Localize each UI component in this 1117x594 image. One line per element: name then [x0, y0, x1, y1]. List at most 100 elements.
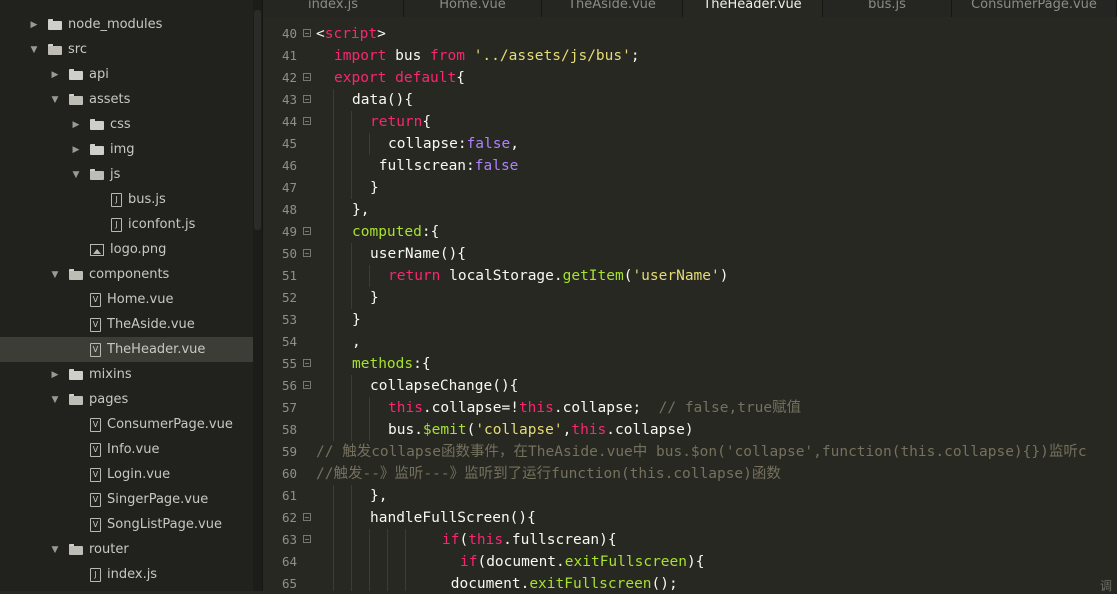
code-token: {: [422, 114, 432, 130]
chevron-right-icon[interactable]: ▶: [71, 143, 81, 157]
fold-toggle-icon[interactable]: [303, 249, 311, 257]
tree-item-theheader-vue[interactable]: ▶VTheHeader.vue: [0, 337, 253, 362]
fold-toggle-icon[interactable]: [303, 117, 311, 125]
tree-item-pages[interactable]: ▼ pages: [0, 387, 253, 412]
code-token: 'collapse': [475, 422, 563, 438]
code-line[interactable]: 43 data(){: [263, 89, 1117, 111]
tree-item-consumerpage-vue[interactable]: ▶VConsumerPage.vue: [0, 412, 253, 437]
code-line[interactable]: 45 collapse:false,: [263, 133, 1117, 155]
code-line[interactable]: 63 if(this.fullscrean){: [263, 529, 1117, 551]
code-line[interactable]: 55 methods:{: [263, 353, 1117, 375]
code-line[interactable]: 46 fullscrean:false: [263, 155, 1117, 177]
image-file-icon: [90, 243, 104, 256]
fold-toggle-icon[interactable]: [303, 359, 311, 367]
sidebar-scrollbar[interactable]: [253, 0, 262, 591]
tab-consumerpage-vue[interactable]: ConsumerPage.vue: [952, 0, 1117, 17]
code-line[interactable]: 47}: [263, 177, 1117, 199]
code-token: computed: [352, 224, 422, 240]
editor-tab-bar: index.js Home.vue TheAside.vue TheHeader.vu…: [263, 0, 1117, 17]
code-line[interactable]: 41 import bus from '../assets/js/bus';: [263, 45, 1117, 67]
vue-file-icon: V: [90, 342, 101, 357]
code-line[interactable]: 54,: [263, 331, 1117, 353]
code-token: }: [370, 290, 379, 306]
chevron-down-icon[interactable]: ▼: [50, 543, 60, 557]
indent-guide: [333, 221, 334, 243]
code-line[interactable]: 42 export default{: [263, 67, 1117, 89]
chevron-down-icon[interactable]: ▼: [71, 168, 81, 182]
code-line[interactable]: 50 userName(){: [263, 243, 1117, 265]
tree-item-img[interactable]: ▶ img: [0, 137, 253, 162]
code-text: collapse:false,: [388, 133, 519, 155]
tree-item-mixins[interactable]: ▶ mixins: [0, 362, 253, 387]
tree-item-node-modules[interactable]: ▶ node_modules: [0, 12, 253, 37]
tab-theheader-vue[interactable]: TheHeader.vue: [683, 0, 823, 17]
code-token: '../assets/js/bus': [473, 48, 631, 64]
tree-item-iconfont-js[interactable]: ▶Jiconfont.js: [0, 212, 253, 237]
code-token: getItem: [562, 268, 624, 284]
indent-guide: [369, 133, 370, 155]
code-line[interactable]: 40 <script>: [263, 23, 1117, 45]
tree-item-info-vue[interactable]: ▶VInfo.vue: [0, 437, 253, 462]
code-line[interactable]: 52}: [263, 287, 1117, 309]
fold-toggle-icon[interactable]: [303, 227, 311, 235]
tree-item-components[interactable]: ▼ components: [0, 262, 253, 287]
code-line[interactable]: 56 collapseChange(){: [263, 375, 1117, 397]
code-line[interactable]: 44 return{: [263, 111, 1117, 133]
tree-item-assets[interactable]: ▼ assets: [0, 87, 253, 112]
code-line[interactable]: 58 bus.$emit('collapse',this.collapse): [263, 419, 1117, 441]
indent-guide: [351, 287, 352, 309]
tab-theaside-vue[interactable]: TheAside.vue: [542, 0, 683, 17]
indent-guide: [333, 485, 334, 507]
chevron-down-icon[interactable]: ▼: [50, 268, 60, 282]
chevron-down-icon[interactable]: ▼: [50, 93, 60, 107]
chevron-down-icon[interactable]: ▼: [50, 393, 60, 407]
indent-guide: [333, 573, 334, 591]
code-token: false: [474, 158, 519, 174]
tree-item-logo-png[interactable]: ▶logo.png: [0, 237, 253, 262]
chevron-down-icon[interactable]: ▼: [29, 43, 39, 57]
code-line[interactable]: 59 // 触发collapse函数事件，在TheAside.vue中 bus.$…: [263, 441, 1117, 463]
code-line[interactable]: 62 handleFullScreen(){: [263, 507, 1117, 529]
tree-item-src[interactable]: ▼ src: [0, 37, 253, 62]
tab-home-vue[interactable]: Home.vue: [404, 0, 542, 17]
code-line[interactable]: 65 document.exitFullscreen();: [263, 573, 1117, 591]
chevron-right-icon[interactable]: ▶: [50, 68, 60, 82]
tree-item-songlistpage-vue[interactable]: ▶VSongListPage.vue: [0, 512, 253, 537]
code-line[interactable]: 60 //触发--》监听---》监听到了运行function(this.colla…: [263, 463, 1117, 485]
code-line[interactable]: 61},: [263, 485, 1117, 507]
fold-toggle-icon[interactable]: [303, 513, 311, 521]
tree-item-singerpage-vue[interactable]: ▶VSingerPage.vue: [0, 487, 253, 512]
code-text: },: [352, 199, 369, 221]
tree-item-router[interactable]: ▼ router: [0, 537, 253, 562]
code-line[interactable]: 53}: [263, 309, 1117, 331]
code-line[interactable]: 48},: [263, 199, 1117, 221]
tree-item-api[interactable]: ▶ api: [0, 62, 253, 87]
chevron-right-icon[interactable]: ▶: [50, 368, 60, 382]
tree-item-js[interactable]: ▼ js: [0, 162, 253, 187]
code-line[interactable]: 57 this.collapse=!this.collapse; // false…: [263, 397, 1117, 419]
tab-bus-js[interactable]: bus.js: [823, 0, 952, 17]
chevron-right-icon[interactable]: ▶: [71, 118, 81, 132]
folder-open-icon: [69, 94, 83, 105]
fold-toggle-icon[interactable]: [303, 535, 311, 543]
tree-item-css[interactable]: ▶ css: [0, 112, 253, 137]
code-editor[interactable]: 40 <script> 41 import bus from '../assets/j…: [263, 17, 1117, 591]
tree-item-home-vue[interactable]: ▶VHome.vue: [0, 287, 253, 312]
fold-toggle-icon[interactable]: [303, 95, 311, 103]
chevron-right-icon[interactable]: ▶: [29, 18, 39, 32]
fold-toggle-icon[interactable]: [303, 73, 311, 81]
tree-item-theaside-vue[interactable]: ▶VTheAside.vue: [0, 312, 253, 337]
code-line[interactable]: 64 if(document.exitFullscreen){: [263, 551, 1117, 573]
fold-toggle-icon[interactable]: [303, 29, 311, 37]
code-token: handleFullScreen(){: [370, 510, 536, 526]
fold-toggle-icon[interactable]: [303, 381, 311, 389]
code-token: .collapse): [606, 422, 694, 438]
sidebar-scrollbar-thumb[interactable]: [254, 10, 261, 230]
code-line[interactable]: 51 return localStorage.getItem('userName'…: [263, 265, 1117, 287]
code-line[interactable]: 49 computed:{: [263, 221, 1117, 243]
tree-item-bus-js[interactable]: ▶Jbus.js: [0, 187, 253, 212]
tree-item-login-vue[interactable]: ▶VLogin.vue: [0, 462, 253, 487]
line-number: 63: [281, 532, 297, 547]
tree-item-index-js[interactable]: ▶Jindex.js: [0, 562, 253, 587]
tab-index-js[interactable]: index.js: [263, 0, 404, 17]
